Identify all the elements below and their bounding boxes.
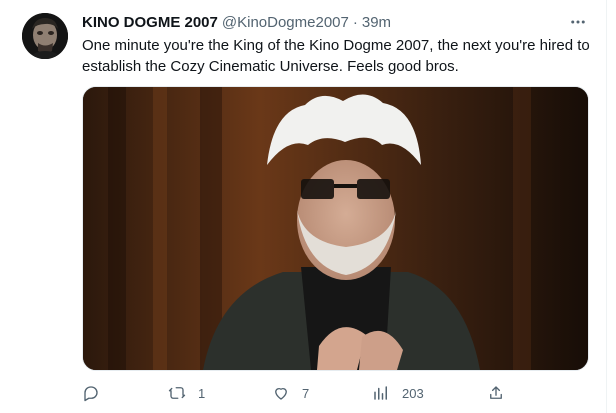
avatar[interactable]: [22, 13, 68, 59]
timestamp[interactable]: 39m: [362, 14, 391, 31]
retweet-button[interactable]: 1: [168, 380, 205, 406]
views-icon: [374, 386, 387, 400]
timeline-border: [606, 0, 607, 413]
reply-icon: [84, 386, 98, 402]
more-options-icon: [571, 20, 585, 24]
share-icon: [490, 386, 502, 399]
display-name[interactable]: KINO DOGME 2007: [82, 14, 218, 31]
retweet-icon: [168, 387, 186, 399]
like-button[interactable]: 7: [272, 380, 309, 406]
tweet-media[interactable]: [82, 86, 589, 371]
user-handle[interactable]: @KinoDogme2007: [222, 14, 349, 31]
tweet-text: One minute you're the King of the Kino D…: [82, 37, 590, 75]
more-options-button[interactable]: [566, 11, 590, 33]
separator-dot: ·: [352, 13, 358, 31]
tweet-header: KINO DOGME 2007 @KinoDogme2007 · 39m: [82, 12, 391, 32]
reply-button[interactable]: [82, 380, 100, 406]
tweet-card[interactable]: KINO DOGME 2007 @KinoDogme2007 · 39m One…: [0, 0, 606, 413]
views-button[interactable]: 203: [372, 380, 424, 406]
share-button[interactable]: [487, 380, 505, 406]
retweet-count: 1: [198, 385, 206, 401]
tweet-actions: 1 7 203: [82, 380, 502, 406]
media-image: [83, 87, 588, 370]
views-count: 203: [402, 385, 424, 401]
like-count: 7: [302, 385, 310, 401]
like-icon: [275, 388, 287, 400]
